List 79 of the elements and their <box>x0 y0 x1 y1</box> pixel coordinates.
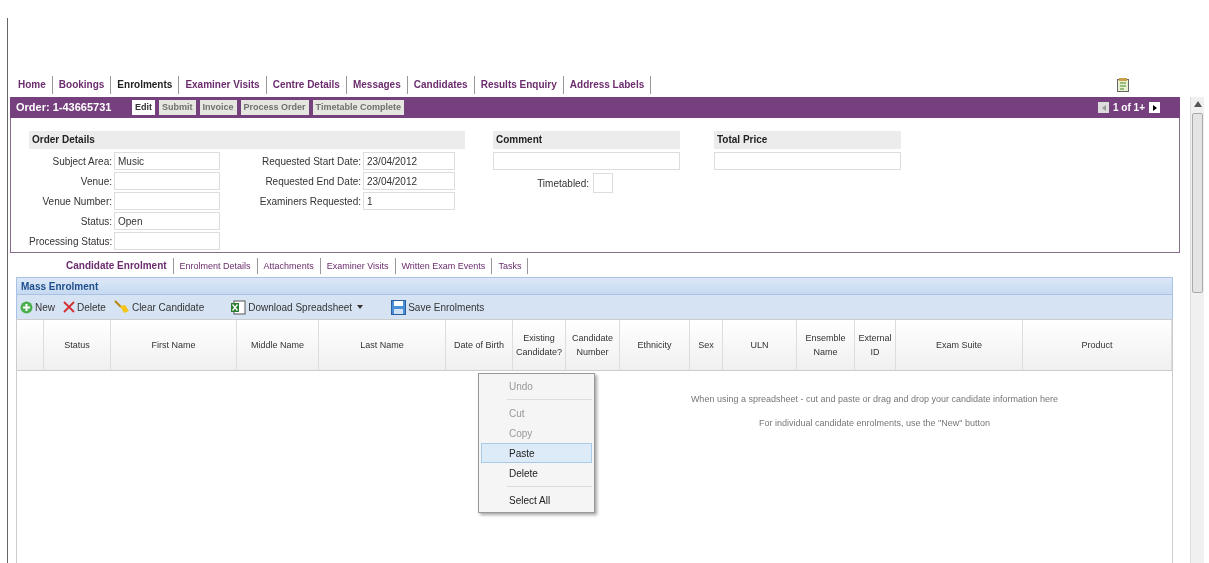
next-page-button[interactable] <box>1149 102 1160 113</box>
column-header: Ethnicity <box>637 339 672 352</box>
menu-item[interactable]: Paste <box>481 443 592 463</box>
text-field[interactable]: 23/04/2012 <box>363 152 455 170</box>
section-header: Total Price <box>714 131 901 149</box>
column-header: Candidate Number <box>570 332 614 359</box>
toolbar-button[interactable]: Delete <box>63 299 106 315</box>
tab[interactable]: Enrolment Details <box>173 258 258 274</box>
text-field[interactable] <box>114 232 220 250</box>
nav-link[interactable]: Results Enquiry <box>474 76 564 94</box>
nav-link[interactable]: Messages <box>346 76 408 94</box>
nav-link[interactable]: Bookings <box>52 76 112 94</box>
section-header: Order Details <box>29 131 465 149</box>
field-label: Status: <box>79 214 113 229</box>
nav-link[interactable]: Home <box>12 76 53 94</box>
pager-text: 1 of 1+ <box>1113 101 1145 115</box>
field-label: Venue: <box>79 174 113 189</box>
nav-link[interactable]: Enrolments <box>111 76 180 94</box>
field-label: Processing Status: <box>29 234 114 249</box>
column-header: Product <box>1081 339 1113 352</box>
column-header: External ID <box>857 332 893 359</box>
column-header: Ensemble Name <box>804 332 847 359</box>
order-title: Order: 1-43665731 <box>16 100 113 116</box>
add-icon <box>20 300 33 314</box>
comment-field[interactable] <box>493 152 680 170</box>
toolbar-button[interactable]: Edit <box>132 100 155 115</box>
text-field[interactable]: 23/04/2012 <box>363 172 455 190</box>
column-header: Existing Candidate? <box>514 332 563 359</box>
field-label: Subject Area: <box>51 154 113 169</box>
tab[interactable]: Candidate Enrolment <box>60 258 174 274</box>
nav-link[interactable]: Address Labels <box>563 76 652 94</box>
menu-item[interactable]: Delete <box>481 463 592 483</box>
close-icon <box>63 301 75 313</box>
text-field[interactable]: Open <box>114 212 220 230</box>
previous-page-button[interactable] <box>1098 102 1110 113</box>
left-triangle-icon <box>1101 104 1106 111</box>
column-header: First Name <box>151 339 196 352</box>
column-header: Middle Name <box>251 339 304 352</box>
menu-item[interactable]: Select All <box>481 490 592 510</box>
right-triangle-icon <box>1152 104 1157 111</box>
field-label: Timetabled: <box>537 176 590 191</box>
tab[interactable]: Attachments <box>257 258 321 274</box>
notepad-icon[interactable] <box>1117 78 1129 92</box>
text-field[interactable] <box>114 192 220 210</box>
field-label: Examiners Requested: <box>258 194 362 209</box>
column-header: ULN <box>750 339 769 352</box>
tab[interactable]: Examiner Visits <box>320 258 396 274</box>
column-header: Sex <box>698 339 714 352</box>
nav-link[interactable]: Candidates <box>407 76 475 94</box>
column-header: Status <box>64 339 90 352</box>
broom-icon <box>113 300 130 314</box>
field-label: Requested End Date: <box>264 174 362 189</box>
field-label: Venue Number: <box>41 194 113 209</box>
nav-link[interactable]: Examiner Visits <box>179 76 267 94</box>
tab[interactable]: Tasks <box>492 258 529 274</box>
hint-text: For individual candidate enrolments, use the "New" button <box>759 416 990 430</box>
spreadsheet-icon <box>230 299 247 315</box>
toolbar-button[interactable]: Save Enrolments <box>391 299 485 315</box>
price-field[interactable] <box>714 152 901 170</box>
column-header: Last Name <box>360 339 404 352</box>
column-header: Date of Birth <box>454 339 504 352</box>
column-header: Exam Suite <box>936 339 982 352</box>
toolbar-button[interactable]: Download Spreadsheet <box>230 299 364 315</box>
scrollbar[interactable] <box>1190 97 1204 563</box>
text-field[interactable]: Music <box>114 152 220 170</box>
timetabled-field[interactable] <box>593 173 613 193</box>
text-field[interactable] <box>114 172 220 190</box>
tab[interactable]: Written Exam Events <box>395 258 493 274</box>
caret-icon <box>357 305 364 309</box>
scrollbar-thumb[interactable] <box>1192 113 1203 293</box>
hint-text: When using a spreadsheet - cut and paste or drag and drop your candidate information here <box>690 393 1059 406</box>
panel-header: Mass Enrolment <box>16 277 1173 295</box>
section-header: Comment <box>493 131 680 149</box>
toolbar-button[interactable]: New <box>20 299 55 315</box>
scroll-up-icon[interactable] <box>1193 101 1202 107</box>
toolbar-button[interactable]: Clear Candidate <box>113 299 205 315</box>
nav-link[interactable]: Centre Details <box>266 76 347 94</box>
field-label: Requested Start Date: <box>261 154 362 169</box>
text-field[interactable]: 1 <box>363 192 455 210</box>
